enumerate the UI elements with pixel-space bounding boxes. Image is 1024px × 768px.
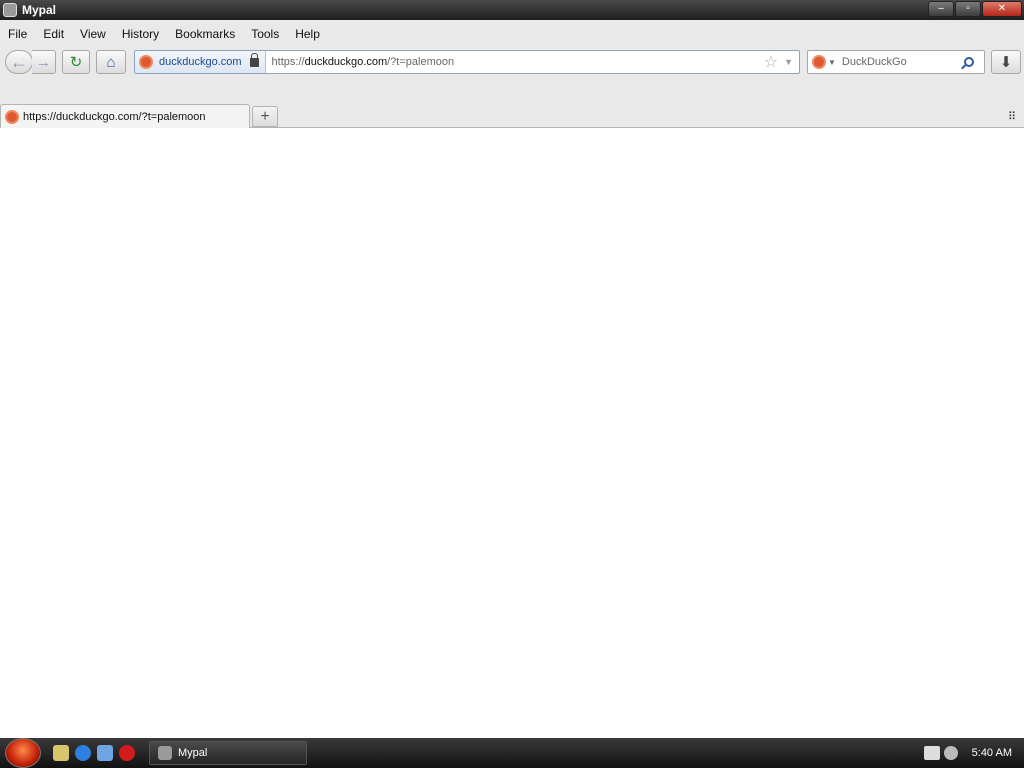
app-icon — [158, 746, 172, 760]
url-dropdown-icon[interactable]: ▼ — [784, 57, 793, 67]
search-engine-dropdown-icon[interactable]: ▼ — [828, 58, 836, 67]
menu-view[interactable]: View — [72, 24, 114, 42]
forward-button[interactable]: → — [32, 50, 56, 74]
url-rest: /?t=palemoon — [387, 56, 455, 68]
plus-icon: + — [260, 108, 270, 125]
download-button[interactable]: ⬇ — [991, 50, 1021, 74]
url-host: duckduckgo.com — [304, 56, 388, 68]
forward-arrow-icon: → — [36, 53, 51, 71]
tab-strip: https://duckduckgo.com/?t=palemoon + ⠿ — [0, 100, 1024, 128]
home-button[interactable]: ⌂ — [96, 50, 126, 74]
menu-help[interactable]: Help — [287, 24, 328, 42]
menu-file[interactable]: File — [0, 24, 35, 42]
start-button[interactable] — [5, 738, 41, 768]
lock-icon — [249, 52, 259, 67]
menu-history[interactable]: History — [114, 24, 167, 42]
opera-icon[interactable] — [119, 745, 135, 761]
back-button[interactable]: ← — [5, 50, 33, 74]
new-tab-button[interactable]: + — [252, 106, 278, 127]
navigation-toolbar: ← → ↻ ⌂ duckduckgo.com https://duckduckg… — [0, 48, 1024, 76]
download-icon: ⬇ — [999, 54, 1013, 71]
internet-explorer-icon[interactable] — [75, 745, 91, 761]
url-input[interactable]: https://duckduckgo.com/?t=palemoon — [266, 56, 764, 68]
quick-launch — [53, 745, 135, 761]
tab-active[interactable]: https://duckduckgo.com/?t=palemoon — [0, 104, 250, 128]
tab-label: https://duckduckgo.com/?t=palemoon — [23, 110, 206, 123]
taskbar: Mypal 5:40 AM — [0, 738, 1024, 768]
menu-bookmarks[interactable]: Bookmarks — [167, 24, 243, 42]
site-identity[interactable]: duckduckgo.com — [135, 51, 266, 73]
search-engine-icon[interactable] — [812, 55, 826, 69]
volume-icon[interactable] — [943, 746, 958, 760]
reload-button[interactable]: ↻ — [62, 50, 90, 74]
identity-label: duckduckgo.com — [159, 56, 242, 68]
close-button[interactable]: ✕ — [982, 1, 1022, 17]
tab-list-icon[interactable]: ⠿ — [1008, 110, 1020, 123]
menu-tools[interactable]: Tools — [243, 24, 287, 42]
back-arrow-icon: ← — [10, 51, 28, 72]
system-tray: 5:40 AM — [923, 738, 1012, 768]
taskbar-button-label: Mypal — [178, 747, 208, 759]
home-icon: ⌂ — [106, 53, 116, 71]
tab-favicon-icon — [5, 109, 19, 124]
url-bar[interactable]: duckduckgo.com https://duckduckgo.com/?t… — [134, 50, 800, 74]
duckduckgo-icon — [139, 55, 153, 69]
reload-icon: ↻ — [69, 54, 83, 71]
browser-chrome: File Edit View History Bookmarks Tools H… — [0, 20, 1024, 128]
taskbar-button-mypal[interactable]: Mypal — [149, 741, 307, 765]
bookmark-star-icon[interactable]: ☆ — [764, 52, 778, 72]
minimize-button[interactable]: – — [928, 1, 954, 17]
search-bar[interactable]: ▼ DuckDuckGo — [807, 50, 985, 74]
window-titlebar[interactable]: Mypal – ▫ ✕ — [0, 0, 1024, 20]
search-icon[interactable] — [964, 57, 974, 67]
clock[interactable]: 5:40 AM — [972, 747, 1012, 759]
page-content[interactable] — [0, 128, 1024, 738]
search-input[interactable]: DuckDuckGo — [842, 56, 964, 68]
window-controls: – ▫ ✕ — [928, 1, 1022, 17]
network-icon[interactable] — [923, 746, 940, 760]
url-prefix: https:// — [271, 56, 305, 68]
menubar: File Edit View History Bookmarks Tools H… — [0, 24, 328, 42]
app-icon — [3, 3, 17, 17]
restore-button[interactable]: ▫ — [955, 1, 981, 17]
window-title: Mypal — [22, 3, 57, 17]
mail-icon[interactable] — [97, 745, 113, 761]
notepad-icon[interactable] — [53, 745, 69, 761]
menu-edit[interactable]: Edit — [35, 24, 72, 42]
